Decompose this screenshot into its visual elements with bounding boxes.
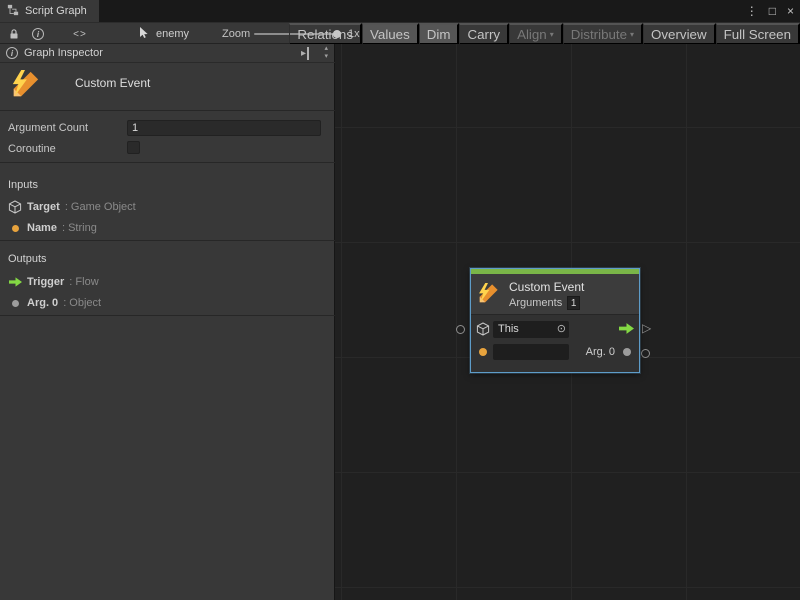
unity-script-graph-window: Script Graph ⋮ □ × i <> enemy Zoom 1x Re… — [0, 0, 800, 600]
chevron-down-icon: ▾ — [550, 24, 554, 45]
input-row-target: Target : Game Object — [8, 200, 136, 214]
window-controls: ⋮ □ × — [746, 0, 794, 22]
unit-title: Custom Event — [75, 76, 150, 90]
arg0-output-port[interactable] — [641, 349, 650, 358]
graph-inspector-panel: i Graph Inspector ▸ ▴ ▾ Custom Event Arg… — [0, 44, 335, 600]
inputs-heading: Inputs — [8, 179, 38, 191]
graph-inspector-header: i Graph Inspector ▸ ▴ ▾ — [0, 44, 335, 63]
chevron-down-icon: ▾ — [630, 24, 634, 45]
values-button[interactable]: Values — [362, 23, 419, 45]
titlebar: Script Graph ⋮ □ × — [0, 0, 800, 22]
arg0-label: Arg. 0 — [586, 346, 615, 358]
custom-event-icon — [477, 283, 499, 305]
code-view-icon[interactable]: <> — [70, 24, 90, 44]
input-row-name: Name : String — [8, 221, 97, 235]
script-graph-icon — [7, 4, 19, 19]
object-picker-icon[interactable]: ⊙ — [557, 321, 566, 338]
overview-button[interactable]: Overview — [643, 23, 716, 45]
coroutine-label: Coroutine — [8, 143, 56, 155]
lock-icon[interactable] — [4, 24, 24, 44]
panel-scroll-arrows[interactable]: ▴ ▾ — [324, 45, 328, 61]
panel-title: Graph Inspector — [24, 44, 103, 63]
name-input-field[interactable] — [493, 344, 569, 360]
info-icon: i — [6, 47, 18, 59]
flow-arrow-icon — [8, 275, 22, 289]
relations-button[interactable]: Relations — [289, 23, 362, 45]
game-object-cube-icon — [8, 200, 22, 214]
inspector-toggle-icon[interactable]: i — [28, 24, 48, 44]
argument-count-label: Argument Count — [8, 122, 88, 134]
graph-pointer-icon — [138, 26, 150, 42]
object-value-dot-icon — [8, 296, 22, 310]
graph-name: enemy — [156, 28, 189, 40]
output-row-trigger: Trigger : Flow — [8, 275, 99, 289]
graph-canvas[interactable]: ▷ Custom Event Arguments 1 — [335, 44, 800, 600]
custom-event-icon — [10, 70, 40, 100]
dock-panel-icon[interactable]: ▸ — [301, 47, 309, 60]
divider — [0, 110, 335, 111]
node-header[interactable]: Custom Event Arguments 1 — [471, 274, 639, 314]
trigger-output-port[interactable]: ▷ — [642, 321, 651, 335]
target-this-dropdown[interactable]: This ⊙ — [493, 321, 569, 338]
trigger-flow-arrow-icon[interactable] — [619, 323, 634, 334]
coroutine-checkbox[interactable] — [127, 141, 140, 154]
tab-script-graph[interactable]: Script Graph — [0, 0, 99, 22]
divider — [0, 162, 335, 163]
game-object-cube-icon[interactable] — [476, 322, 490, 336]
window-maximize-icon[interactable]: □ — [769, 4, 776, 18]
zoom-label: Zoom — [222, 23, 250, 45]
align-button[interactable]: Align ▾ — [509, 23, 563, 45]
graph-toolbar: i <> enemy Zoom 1x Relations Values Dim … — [0, 22, 800, 44]
tab-title: Script Graph — [25, 5, 87, 17]
divider — [0, 240, 335, 241]
output-row-arg0: Arg. 0 : Object — [8, 296, 101, 310]
node-title: Custom Event — [509, 280, 584, 294]
scroll-up-icon[interactable]: ▴ — [324, 45, 328, 53]
divider — [0, 315, 335, 316]
outputs-heading: Outputs — [8, 253, 47, 265]
node-arguments: Arguments 1 — [509, 296, 580, 310]
scroll-down-icon[interactable]: ▾ — [324, 53, 328, 61]
toolbar-buttons: Relations Values Dim Carry Align ▾ Distr… — [289, 23, 800, 45]
node-body: This ⊙ Arg. 0 — [471, 314, 639, 372]
target-input-port[interactable] — [456, 325, 465, 334]
arg0-port-dot[interactable] — [623, 348, 631, 356]
string-value-dot-icon — [8, 221, 22, 235]
arguments-count-field[interactable]: 1 — [567, 296, 580, 310]
graph-breadcrumb[interactable]: enemy — [138, 23, 189, 45]
distribute-button[interactable]: Distribute ▾ — [563, 23, 643, 45]
window-close-icon[interactable]: × — [787, 4, 794, 18]
carry-button[interactable]: Carry — [459, 23, 509, 45]
name-input-port[interactable] — [479, 348, 487, 356]
fullscreen-button[interactable]: Full Screen — [716, 23, 800, 45]
dim-button[interactable]: Dim — [419, 23, 460, 45]
custom-event-node[interactable]: Custom Event Arguments 1 This ⊙ — [470, 268, 640, 373]
argument-count-input[interactable] — [127, 120, 321, 136]
window-menu-icon[interactable]: ⋮ — [746, 4, 758, 18]
